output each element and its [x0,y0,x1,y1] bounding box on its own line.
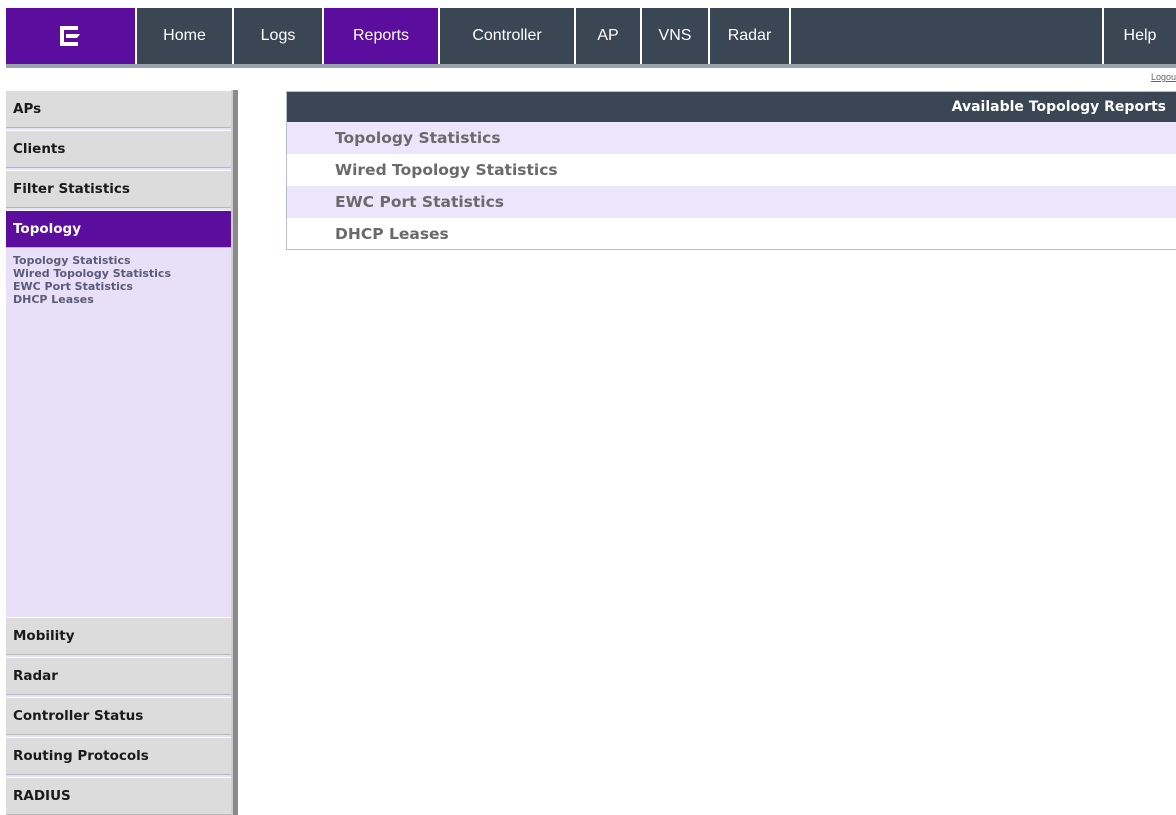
sidebar-item-filter-statistics[interactable]: Filter Statistics [6,170,231,208]
sidebar-item-radar[interactable]: Radar [6,657,231,695]
sidebar-item-controller-status[interactable]: Controller Status [6,697,231,735]
nav-logs[interactable]: Logs [234,8,324,64]
nav-underline [6,64,1176,68]
sidebar: APs Clients Filter Statistics Topology T… [6,90,231,815]
extreme-networks-logo-icon [59,26,80,46]
sidebar-item-topology[interactable]: Topology [6,210,231,248]
submenu-wired-topology-statistics[interactable]: Wired Topology Statistics [13,267,171,280]
nav-ap[interactable]: AP [576,8,642,64]
sidebar-item-radius[interactable]: RADIUS [6,777,231,815]
nav-reports[interactable]: Reports [324,8,440,64]
top-nav-bar: Home Logs Reports Controller AP VNS Rada… [6,8,1176,64]
sidebar-item-aps[interactable]: APs [6,90,231,128]
report-link-ewc-port-statistics[interactable]: EWC Port Statistics [287,186,1176,218]
logout-link[interactable]: Logou [1151,72,1176,82]
nav-vns[interactable]: VNS [642,8,710,64]
report-table-header: Available Topology Reports [287,92,1176,122]
submenu-dhcp-leases[interactable]: DHCP Leases [13,293,171,306]
nav-controller[interactable]: Controller [440,8,576,64]
submenu-topology-statistics[interactable]: Topology Statistics [13,254,171,267]
sidebar-item-routing-protocols[interactable]: Routing Protocols [6,737,231,775]
report-link-dhcp-leases[interactable]: DHCP Leases [287,218,1176,250]
report-link-topology-statistics[interactable]: Topology Statistics [287,122,1176,154]
nav-spacer [791,8,1104,64]
nav-radar[interactable]: Radar [710,8,791,64]
topology-reports-table: Available Topology Reports Topology Stat… [286,91,1176,250]
submenu-ewc-port-statistics[interactable]: EWC Port Statistics [13,280,171,293]
nav-home[interactable]: Home [137,8,234,64]
home-logo-button[interactable] [6,8,137,64]
sidebar-scrollbar[interactable] [231,90,238,815]
topology-submenu: Topology Statistics Wired Topology Stati… [13,254,171,306]
nav-help[interactable]: Help [1104,8,1176,64]
sidebar-item-mobility[interactable]: Mobility [6,617,231,655]
sidebar-item-clients[interactable]: Clients [6,130,231,168]
report-link-wired-topology-statistics[interactable]: Wired Topology Statistics [287,154,1176,186]
